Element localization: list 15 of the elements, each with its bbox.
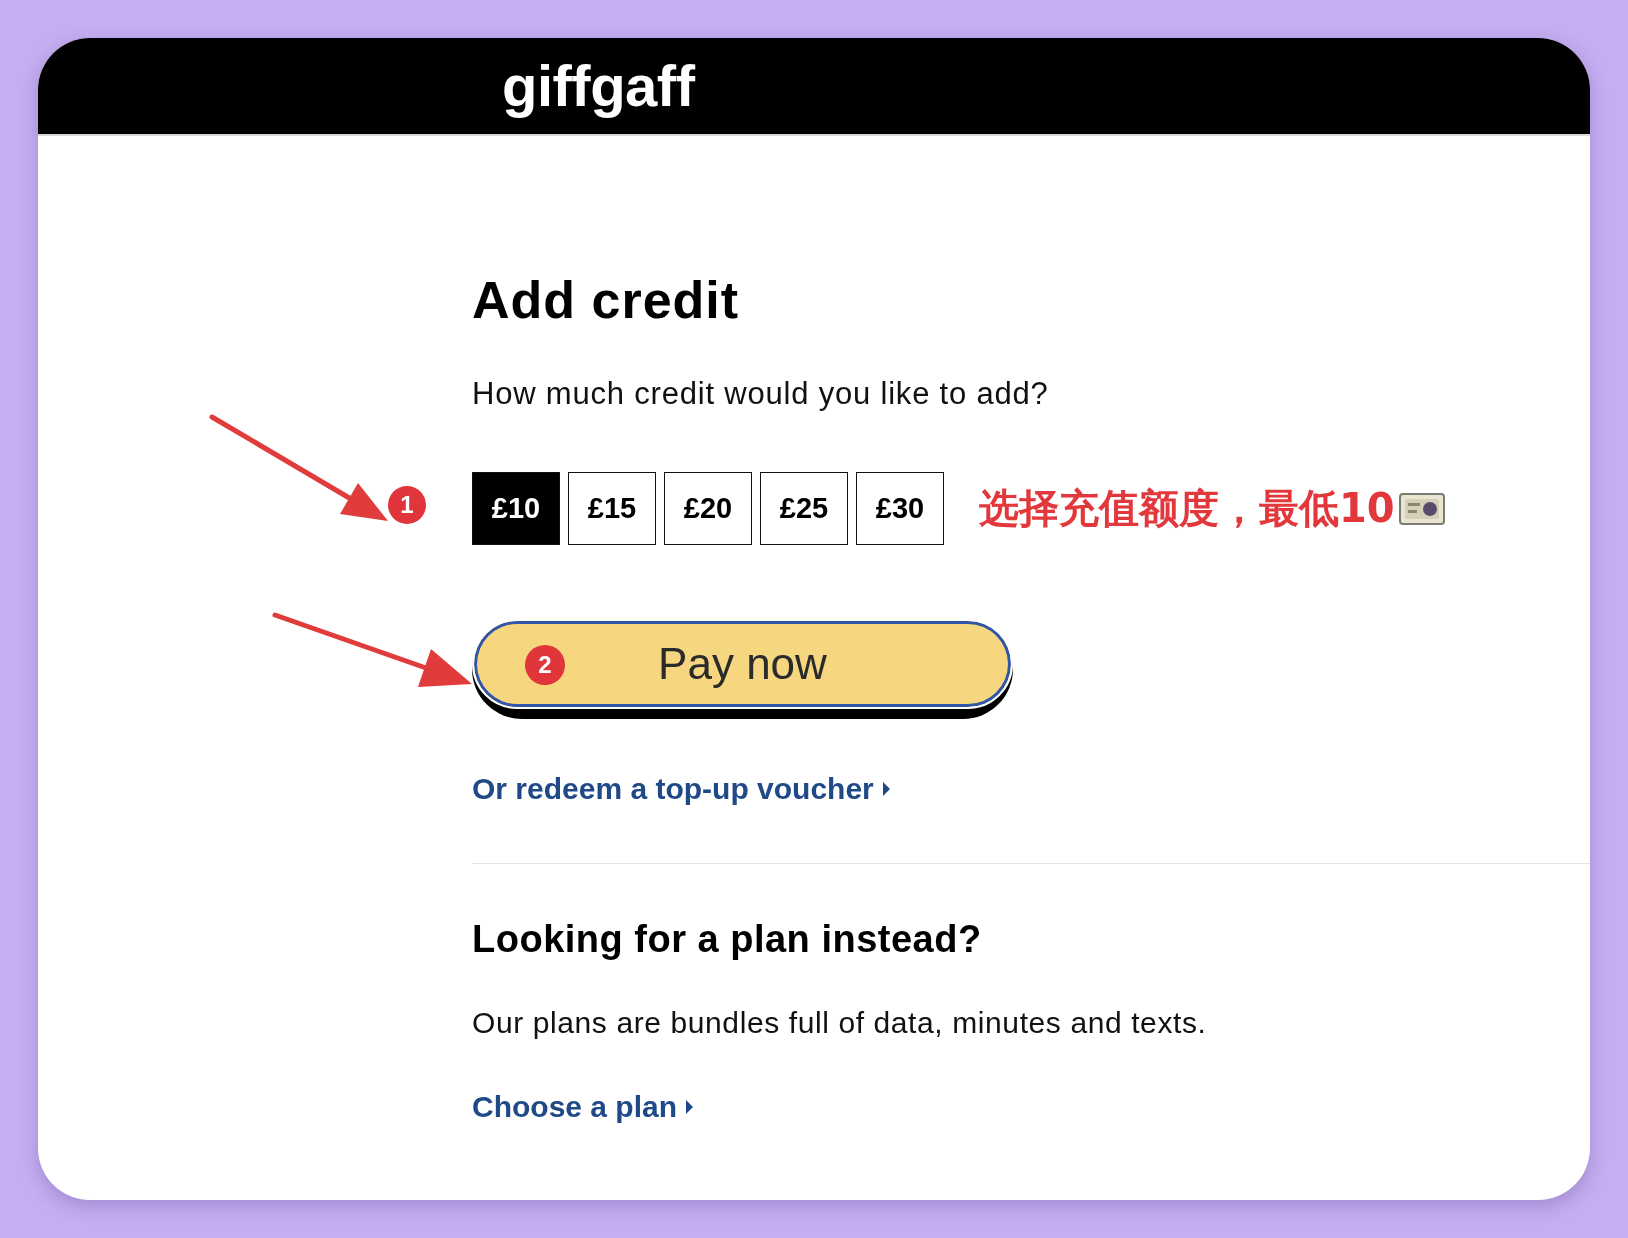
section-heading: Looking for a plan instead? [472,917,982,962]
caret-icon [882,782,890,796]
amount-option[interactable]: £15 [568,472,656,545]
annotation-note: 选择充值额度，最低10 [979,484,1395,533]
section-text: Our plans are bundles full of data, minutes and texts. [472,1005,1207,1041]
amount-option[interactable]: £30 [856,472,944,545]
voucher-link[interactable]: Or redeem a top-up voucher [472,771,890,807]
amount-option[interactable]: £25 [760,472,848,545]
prompt-text: How much credit would you like to add? [472,375,1049,413]
banknote-icon [1398,492,1445,525]
amount-option[interactable]: £10 [472,472,560,545]
caret-icon [686,1100,694,1114]
choose-plan-link[interactable]: Choose a plan [472,1089,694,1125]
amount-option[interactable]: £20 [664,472,752,545]
page-title: Add credit [472,270,740,330]
